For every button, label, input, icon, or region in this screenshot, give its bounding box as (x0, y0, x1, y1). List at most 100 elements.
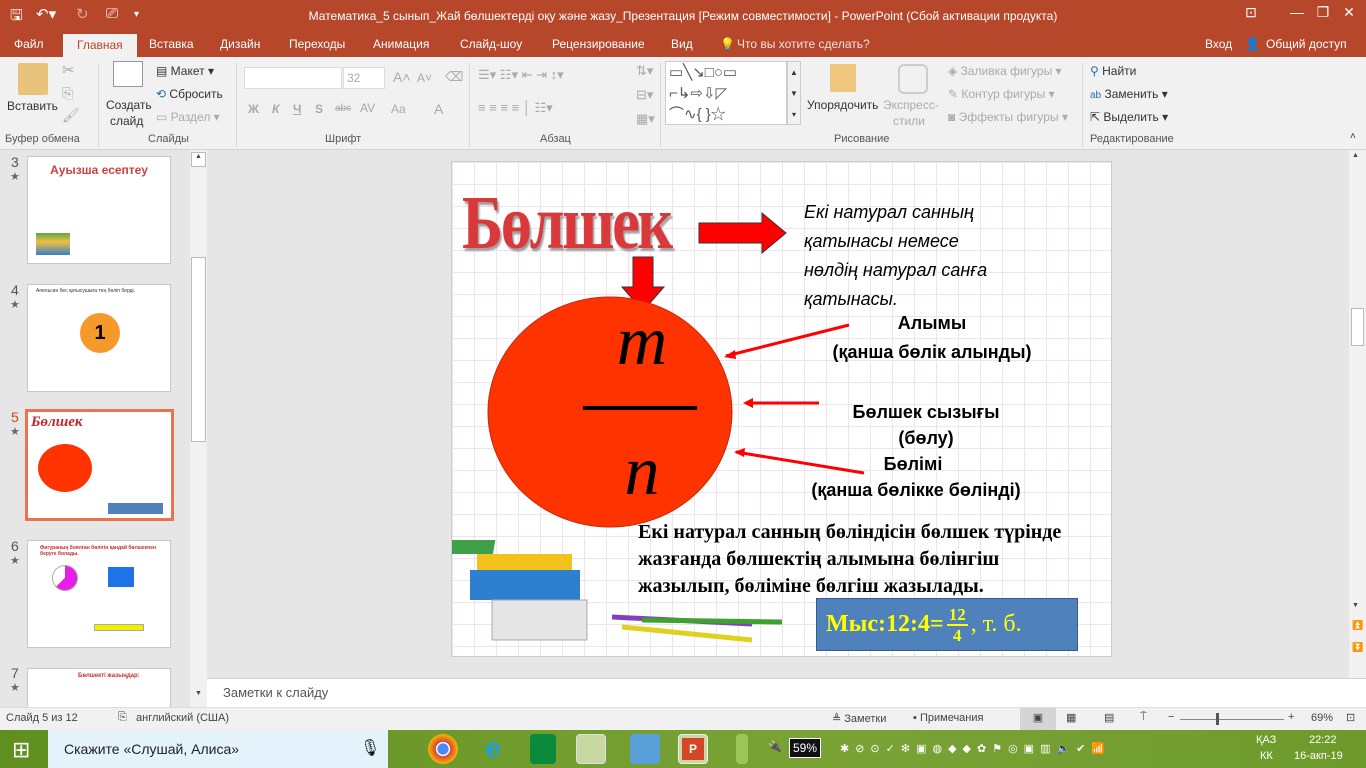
battery-indicator[interactable]: 59% (789, 738, 822, 758)
slide-thumbnail-3[interactable]: Ауызша есептеу (27, 156, 171, 264)
shapes-scroll[interactable]: ▲ ▼ ▾ (787, 61, 801, 125)
shape-effects-button[interactable]: ◙ Эффекты фигуры ▾ (948, 110, 1068, 124)
editor-scroll-thumb[interactable] (1351, 308, 1364, 346)
tell-me-input[interactable]: Что вы хотите сделать? (737, 37, 870, 51)
tab-slideshow[interactable]: Слайд-шоу (460, 37, 522, 51)
arrange-icon[interactable] (830, 64, 856, 92)
replace-button[interactable]: ab Заменить ▾ (1090, 87, 1168, 101)
tab-review[interactable]: Рецензирование (552, 37, 645, 51)
media-player-icon[interactable] (630, 734, 660, 764)
keyboard-layout-2[interactable]: КК (1260, 750, 1273, 762)
smartart-icon[interactable]: ▦▾ (636, 111, 655, 127)
change-case-button[interactable]: Aa (391, 102, 406, 116)
rule-text[interactable]: Екі натурал санның бөліндісін бөлшек түр… (638, 519, 1061, 600)
show-hidden-icons[interactable] (736, 734, 748, 764)
tab-view[interactable]: Вид (671, 37, 693, 51)
new-slide-icon[interactable] (113, 61, 143, 87)
section-button[interactable]: ▭ Раздел ▾ (156, 110, 220, 124)
notes-toggle[interactable]: ≜ Заметки (832, 712, 886, 725)
quick-styles-icon[interactable] (898, 64, 928, 94)
slideshow-view-button[interactable]: ⍑ (1140, 711, 1147, 724)
quick-styles-button-2[interactable]: стили (893, 114, 925, 128)
scroll-up-icon[interactable]: ▲ (191, 152, 206, 167)
start-button[interactable]: ⊞ (12, 737, 30, 763)
shape-fill-button[interactable]: ◈ Заливка фигуры ▾ (948, 64, 1062, 78)
bold-button[interactable]: Ж (248, 102, 259, 116)
align-text-icon[interactable]: ⊟▾ (636, 87, 653, 103)
slide-thumbnail-6[interactable]: Фигураның боялған бөлігін қандай бөлшекп… (27, 540, 171, 648)
slide-sorter-button[interactable]: ▦ (1066, 711, 1076, 724)
reading-view-button[interactable]: ▤ (1104, 711, 1114, 724)
share-button[interactable]: Общий доступ (1266, 37, 1347, 51)
slide-thumbnail-5[interactable]: Бөлшек (25, 409, 174, 521)
slide-canvas[interactable]: Бөлшек Екі натурал санның қатынасы немес… (451, 161, 1112, 657)
font-name-input[interactable] (244, 67, 342, 89)
internet-explorer-icon[interactable]: e (478, 734, 508, 764)
tab-home[interactable]: Главная (63, 34, 137, 57)
tab-animations[interactable]: Анимация (373, 37, 429, 51)
scroll-up-icon[interactable]: ▲ (1352, 152, 1359, 159)
char-spacing-button[interactable]: AV (360, 101, 375, 115)
microphone-icon[interactable]: 🎙 (360, 738, 380, 758)
powerpoint-taskbar-button[interactable]: P (678, 734, 708, 764)
editor-scrollbar[interactable]: ▲ ▼ ⏫ ⏬ (1349, 150, 1366, 678)
underline-button[interactable]: Ч (293, 102, 301, 116)
decrease-font-icon[interactable]: A˅ (417, 71, 432, 85)
slide-thumbnail-4[interactable]: Апельсин бес қатысушыға тең бөліп берді.… (27, 284, 171, 392)
format-painter-icon[interactable]: 🖌 (62, 107, 80, 124)
font-size-input[interactable]: 32 (343, 67, 385, 89)
reset-button[interactable]: ⟲ Сбросить (156, 87, 223, 101)
shadow-button[interactable]: S (315, 102, 323, 116)
text-direction-icon[interactable]: ⇅▾ (636, 63, 653, 79)
thumbnails-scroll-thumb[interactable] (191, 257, 206, 442)
zoom-slider[interactable] (1180, 713, 1284, 725)
scroll-down-icon[interactable]: ▼ (1352, 602, 1359, 609)
zoom-slider-handle[interactable] (1216, 713, 1219, 725)
previous-slide-icon[interactable]: ⏫ (1352, 620, 1363, 631)
chrome-icon[interactable] (428, 734, 458, 764)
next-slide-icon[interactable]: ⏬ (1352, 642, 1363, 653)
notes-pane[interactable]: Заметки к слайду (207, 678, 1366, 707)
copy-icon[interactable]: ⎘ (62, 85, 73, 102)
thumbnails-scrollbar[interactable]: ▲ ▼ (190, 150, 207, 707)
bullets-icon[interactable]: ☰▾ ☷▾ ⇤ ⇥ ↕▾ (478, 67, 564, 83)
shapes-gallery[interactable]: ▭╲↘□○▭ ⌐↳⇨⇩◸ ⌒∿{ }☆ (665, 61, 787, 125)
keyboard-layout[interactable]: ҚАЗ (1256, 734, 1276, 746)
strikethrough-button[interactable]: abc (335, 103, 351, 114)
store-icon[interactable] (530, 734, 556, 764)
zoom-out-button[interactable]: − (1168, 711, 1174, 723)
sign-in-link[interactable]: Вход (1205, 37, 1232, 51)
layout-button[interactable]: ▤ Макет ▾ (156, 64, 214, 78)
italic-button[interactable]: К (272, 102, 279, 116)
paste-icon[interactable] (18, 63, 48, 95)
fit-to-window-icon[interactable]: ⊡ (1346, 711, 1355, 724)
arrange-button[interactable]: Упорядочить (807, 98, 878, 112)
search-box[interactable]: Скажите «Слушай, Алиса» 🎙 (48, 730, 388, 768)
zoom-level[interactable]: 69% (1311, 712, 1333, 724)
font-color-button[interactable]: A (434, 101, 443, 117)
find-button[interactable]: ⚲ Найти (1090, 64, 1136, 78)
increase-font-icon[interactable]: A˄ (393, 69, 411, 85)
tray-icons[interactable]: ✱⊘⊙✓✻▣◍◆◆✿⚑◎▣▥🔈✔📶 (840, 742, 1111, 755)
new-slide-button[interactable]: Создать (106, 98, 152, 112)
quick-styles-button[interactable]: Экспресс- (883, 98, 939, 112)
example-box[interactable]: Мыс:12:4= 12 4 , т. б. (816, 598, 1078, 651)
definition-text[interactable]: Екі натурал санның қатынасы немесе нөлді… (804, 198, 987, 314)
shape-outline-button[interactable]: ✎ Контур фигуры ▾ (948, 87, 1055, 101)
scroll-down-icon[interactable]: ▼ (191, 690, 206, 705)
ribbon-display-options-icon[interactable]: ⊡ (1228, 4, 1274, 21)
tab-transitions[interactable]: Переходы (289, 37, 345, 51)
comments-toggle[interactable]: ▪ Примечания (913, 712, 983, 724)
file-explorer-icon[interactable] (576, 734, 606, 764)
tab-file[interactable]: Файл (14, 37, 44, 51)
tab-insert[interactable]: Вставка (149, 37, 194, 51)
cut-icon[interactable]: ✂ (62, 61, 75, 79)
tab-design[interactable]: Дизайн (220, 37, 260, 51)
paste-button[interactable]: Вставить (7, 99, 58, 113)
clock-time[interactable]: 22:22 (1309, 734, 1337, 746)
select-button[interactable]: ⇱ Выделить ▾ (1090, 110, 1168, 124)
normal-view-button[interactable]: ▣ (1020, 708, 1056, 730)
zoom-in-button[interactable]: + (1288, 711, 1294, 723)
new-slide-button-2[interactable]: слайд (110, 114, 143, 128)
clock-date[interactable]: 16-акп-19 (1294, 750, 1343, 762)
